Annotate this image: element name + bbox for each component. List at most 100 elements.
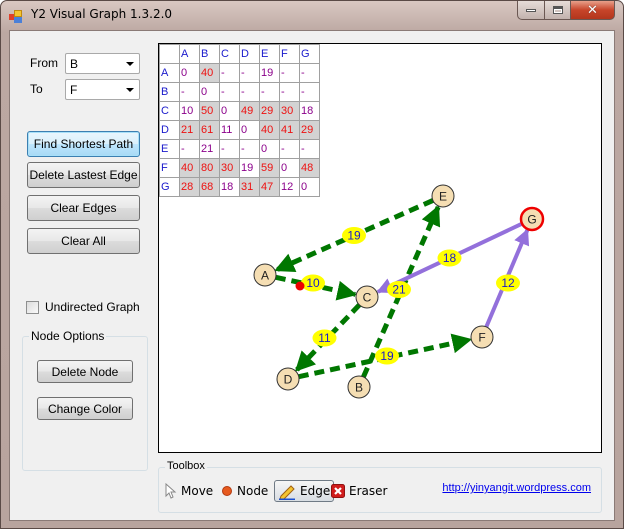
matrix-cell: 18 — [219, 177, 240, 197]
graph-node-label: A — [261, 269, 269, 283]
matrix-cell: 10 — [179, 101, 200, 121]
window-title: Y2 Visual Graph 1.3.2.0 — [31, 7, 173, 21]
matrix-cell: 18 — [299, 101, 320, 121]
to-dropdown[interactable]: F — [65, 79, 140, 100]
chevron-down-icon — [126, 88, 134, 92]
matrix-cell: 0 — [199, 82, 220, 102]
matrix-cell: 0 — [239, 120, 260, 140]
matrix-cell: 19 — [239, 158, 260, 178]
graph-node-label: E — [439, 190, 447, 204]
matrix-cell: 0 — [179, 63, 200, 83]
node-dot-icon — [222, 486, 232, 496]
matrix-cell: - — [219, 82, 240, 102]
delete-latest-edge-button[interactable]: Delete Lastest Edge — [27, 162, 140, 188]
minimize-icon — [526, 8, 536, 12]
from-value: B — [70, 57, 79, 71]
undirected-graph-label: Undirected Graph — [45, 300, 140, 314]
matrix-cell: 11 — [219, 120, 240, 140]
matrix-header-row: ABCDEFG — [159, 44, 320, 64]
matrix-cell: 40 — [199, 63, 220, 83]
matrix-cell: 28 — [179, 177, 200, 197]
title-bar[interactable]: Y2 Visual Graph 1.3.2.0 ✕ — [1, 1, 623, 29]
close-icon: ✕ — [587, 2, 598, 18]
edge-weight-label: 21 — [392, 283, 406, 297]
matrix-row-header: D — [159, 120, 180, 140]
undirected-graph-checkbox[interactable] — [26, 301, 39, 314]
matrix-cell: 30 — [219, 158, 240, 178]
chevron-down-icon — [126, 62, 134, 66]
tool-eraser[interactable]: Eraser — [331, 480, 387, 502]
toolbox-title: Toolbox — [165, 460, 207, 472]
to-label: To — [30, 82, 43, 96]
client-area: From B To F Find Shortest Path Delete La… — [9, 30, 615, 521]
matrix-cell: 29 — [259, 101, 280, 121]
matrix-cell: 41 — [279, 120, 300, 140]
tool-edge[interactable]: Edge — [274, 480, 335, 502]
tool-node[interactable]: Node — [221, 480, 268, 502]
maximize-button[interactable] — [545, 1, 571, 20]
matrix-cell: - — [179, 82, 200, 102]
matrix-row-header: F — [159, 158, 180, 178]
matrix-cell: 80 — [199, 158, 220, 178]
graph-canvas[interactable]: 19 10 11 21 19 18 12 A B C D E F G A B C D E F G A 0 40- -19- - B… — [158, 43, 602, 453]
cursor-icon — [165, 483, 177, 499]
graph-node-label: F — [478, 331, 485, 345]
matrix-cell: 30 — [279, 101, 300, 121]
matrix-cell: 0 — [259, 139, 280, 159]
matrix-cell: 49 — [239, 101, 260, 121]
minimize-button[interactable] — [517, 1, 545, 20]
matrix-column-header: A — [179, 44, 200, 64]
matrix-cell: - — [219, 139, 240, 159]
matrix-cell: 40 — [179, 158, 200, 178]
tool-move-label: Move — [181, 484, 214, 498]
matrix-row-header: E — [159, 139, 180, 159]
change-color-button[interactable]: Change Color — [37, 397, 133, 420]
graph-node-label: D — [284, 373, 293, 387]
from-dropdown[interactable]: B — [65, 53, 140, 74]
matrix-row: D 21 61 11 0 40 41 29 — [159, 120, 320, 140]
maximize-icon — [552, 6, 563, 14]
matrix-cell: - — [279, 82, 300, 102]
find-shortest-path-button[interactable]: Find Shortest Path — [27, 131, 140, 157]
matrix-cell: 29 — [299, 120, 320, 140]
clear-edges-button[interactable]: Clear Edges — [27, 195, 140, 221]
edge-weight-label: 10 — [306, 276, 320, 290]
tool-eraser-label: Eraser — [349, 484, 388, 498]
close-button[interactable]: ✕ — [571, 1, 615, 20]
matrix-cell: 68 — [199, 177, 220, 197]
matrix-column-header: F — [279, 44, 300, 64]
matrix-cell: - — [219, 63, 240, 83]
clear-all-button[interactable]: Clear All — [27, 228, 140, 254]
eraser-x-icon — [331, 484, 345, 498]
edge-weight-label: 18 — [443, 251, 457, 265]
matrix-cell: - — [279, 139, 300, 159]
tool-move[interactable]: Move — [165, 480, 213, 502]
matrix-row-header: B — [159, 82, 180, 102]
matrix-cell: - — [299, 139, 320, 159]
matrix-row-header: G — [159, 177, 180, 197]
matrix-cell: 31 — [239, 177, 260, 197]
matrix-cell: 21 — [199, 139, 220, 159]
matrix-row: B-0----- — [159, 82, 320, 102]
distance-matrix: A B C D E F G A 0 40- -19- - B -0- - - - - C 10 50 0 49 29 30 18 D… — [159, 44, 320, 197]
matrix-cell: 19 — [259, 63, 280, 83]
matrix-cell: - — [239, 63, 260, 83]
matrix-cell: - — [259, 82, 280, 102]
matrix-column-header: G — [299, 44, 320, 64]
matrix-cell: - — [299, 82, 320, 102]
graph-node-label: B — [355, 381, 363, 395]
matrix-cell: 48 — [299, 158, 320, 178]
matrix-corner — [159, 44, 180, 64]
edge-weight-label: 11 — [318, 331, 331, 345]
matrix-cell: - — [279, 63, 300, 83]
matrix-cell: - — [299, 63, 320, 83]
toolbox-group: Toolbox Move Node Edge Eraser http://yin… — [158, 460, 602, 513]
matrix-cell: - — [239, 82, 260, 102]
matrix-cell: 59 — [259, 158, 280, 178]
matrix-cell: 12 — [279, 177, 300, 197]
website-link[interactable]: http://yinyangit.wordpress.com — [442, 482, 591, 494]
delete-node-button[interactable]: Delete Node — [37, 360, 133, 383]
matrix-cell: 50 — [199, 101, 220, 121]
matrix-cell: - — [179, 139, 200, 159]
selection-marker — [295, 281, 305, 291]
